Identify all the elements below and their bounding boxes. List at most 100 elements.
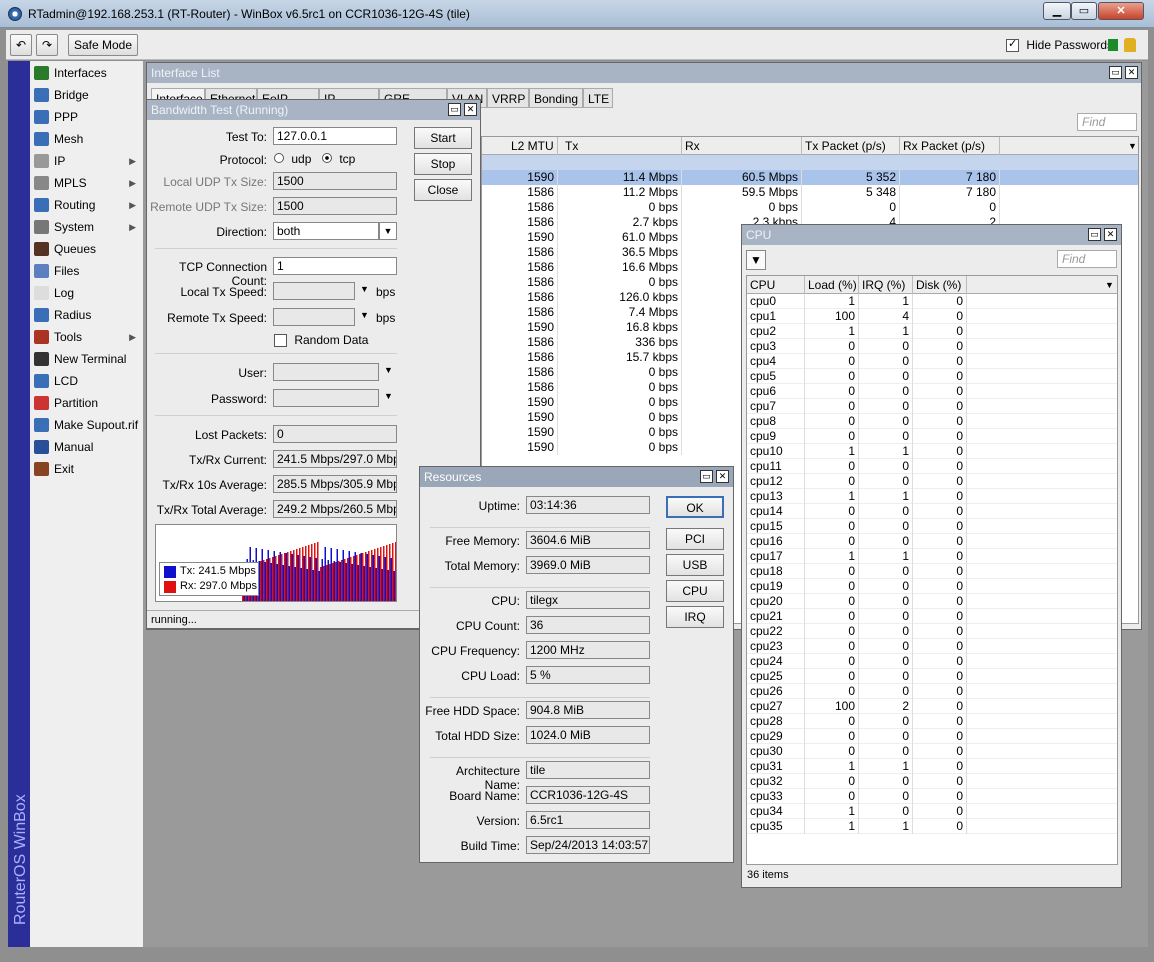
password-field[interactable] <box>273 389 379 407</box>
table-row[interactable]: cpu25 0 0 0 <box>747 669 1117 684</box>
sidebar-item-queues[interactable]: Queues <box>30 238 144 260</box>
user-field[interactable] <box>273 363 379 381</box>
column-header[interactable]: L2 MTU <box>508 137 558 155</box>
column-header[interactable]: IRQ (%) <box>859 276 913 294</box>
column-header[interactable]: Tx Packet (p/s) <box>802 137 900 155</box>
pci-button[interactable]: PCI <box>666 528 724 550</box>
resources-close-button[interactable]: ✕ <box>716 470 729 483</box>
cpu-maximize-button[interactable]: ▭ <box>1088 228 1101 241</box>
sidebar-item-radius[interactable]: Radius <box>30 304 144 326</box>
cpu-button[interactable]: CPU <box>666 580 724 602</box>
cpu-window-title[interactable]: CPU <box>742 225 1121 245</box>
table-row[interactable]: cpu10 1 1 0 <box>747 444 1117 459</box>
table-row[interactable]: cpu26 0 0 0 <box>747 684 1117 699</box>
table-row[interactable]: cpu3 0 0 0 <box>747 339 1117 354</box>
usb-button[interactable]: USB <box>666 554 724 576</box>
table-row[interactable]: cpu1 100 4 0 <box>747 309 1117 324</box>
table-row[interactable]: cpu17 1 1 0 <box>747 549 1117 564</box>
table-row[interactable]: 1586 11.2 Mbps 59.5 Mbps 5 348 7 180 <box>482 185 1138 200</box>
sidebar-item-new-terminal[interactable]: New Terminal <box>30 348 144 370</box>
test-to-field[interactable]: 127.0.0.1 <box>273 127 397 145</box>
table-row[interactable]: cpu20 0 0 0 <box>747 594 1117 609</box>
table-row[interactable]: cpu29 0 0 0 <box>747 729 1117 744</box>
sidebar-item-exit[interactable]: Exit <box>30 458 144 480</box>
sidebar-item-make-supout-rif[interactable]: Make Supout.rif <box>30 414 144 436</box>
remote-udp-field[interactable]: 1500 <box>273 197 397 215</box>
redo-button[interactable]: ↷ <box>36 34 58 56</box>
bandwidth-test-title[interactable]: Bandwidth Test (Running) <box>147 100 480 120</box>
interface-list-close-button[interactable]: ✕ <box>1125 66 1138 79</box>
table-row[interactable]: cpu28 0 0 0 <box>747 714 1117 729</box>
sidebar-item-mesh[interactable]: Mesh <box>30 128 144 150</box>
sidebar-item-ip[interactable]: IP ▶ <box>30 150 144 172</box>
table-row[interactable]: cpu31 1 1 0 <box>747 759 1117 774</box>
local-speed-field[interactable] <box>273 282 355 300</box>
tab-bonding[interactable]: Bonding <box>529 88 583 108</box>
irq-button[interactable]: IRQ <box>666 606 724 628</box>
tcp-radio-dot[interactable] <box>322 153 332 163</box>
random-data-check[interactable] <box>274 334 287 348</box>
remote-speed-dropdown-icon[interactable]: ▼ <box>360 310 369 320</box>
minimize-button[interactable]: ▁ <box>1043 2 1071 20</box>
sidebar-item-routing[interactable]: Routing ▶ <box>30 194 144 216</box>
sidebar-item-manual[interactable]: Manual <box>30 436 144 458</box>
safe-mode-button[interactable]: Safe Mode <box>68 34 138 56</box>
protocol-tcp-radio[interactable]: tcp <box>322 152 355 166</box>
column-header[interactable]: CPU <box>747 276 805 294</box>
interface-list-title[interactable]: Interface List <box>147 63 1141 83</box>
close-app-button[interactable]: ✕ <box>1098 2 1144 20</box>
protocol-udp-radio[interactable]: udp <box>274 152 311 166</box>
table-row[interactable]: cpu18 0 0 0 <box>747 564 1117 579</box>
sidebar-item-partition[interactable]: Partition <box>30 392 144 414</box>
ok-button[interactable]: OK <box>666 496 724 518</box>
table-row[interactable]: cpu14 0 0 0 <box>747 504 1117 519</box>
sidebar-item-mpls[interactable]: MPLS ▶ <box>30 172 144 194</box>
hide-passwords-checkbox[interactable]: Hide Passwords <box>1006 37 1113 53</box>
tab-vrrp[interactable]: VRRP <box>487 88 529 108</box>
column-header[interactable]: Tx <box>562 137 682 155</box>
table-row[interactable]: 1590 11.4 Mbps 60.5 Mbps 5 352 7 180 <box>482 170 1138 185</box>
interface-list-maximize-button[interactable]: ▭ <box>1109 66 1122 79</box>
remote-speed-field[interactable] <box>273 308 355 326</box>
cpu-close-button[interactable]: ✕ <box>1104 228 1117 241</box>
table-row[interactable]: cpu24 0 0 0 <box>747 654 1117 669</box>
table-row[interactable]: cpu33 0 0 0 <box>747 789 1117 804</box>
resources-window-title[interactable]: Resources <box>420 467 733 487</box>
local-speed-dropdown-icon[interactable]: ▼ <box>360 284 369 294</box>
table-row[interactable]: cpu23 0 0 0 <box>747 639 1117 654</box>
column-menu-icon[interactable]: ▼ <box>1122 137 1138 155</box>
bandwidth-close-button[interactable]: ✕ <box>464 103 477 116</box>
sidebar-item-files[interactable]: Files <box>30 260 144 282</box>
start-button[interactable]: Start <box>414 127 472 149</box>
sidebar-item-tools[interactable]: Tools ▶ <box>30 326 144 348</box>
password-dropdown-icon[interactable]: ▼ <box>384 391 393 401</box>
table-row[interactable]: cpu4 0 0 0 <box>747 354 1117 369</box>
sidebar-item-lcd[interactable]: LCD <box>30 370 144 392</box>
udp-radio-dot[interactable] <box>274 153 284 163</box>
tab-lte[interactable]: LTE <box>583 88 613 108</box>
table-row[interactable]: cpu32 0 0 0 <box>747 774 1117 789</box>
sidebar-item-system[interactable]: System ▶ <box>30 216 144 238</box>
local-udp-field[interactable]: 1500 <box>273 172 397 190</box>
table-row[interactable]: 1586 0 bps 0 bps 0 0 <box>482 200 1138 215</box>
sidebar-item-log[interactable]: Log <box>30 282 144 304</box>
sidebar-item-interfaces[interactable]: Interfaces <box>30 62 144 84</box>
column-header[interactable]: Disk (%) <box>913 276 967 294</box>
table-row[interactable]: cpu34 1 0 0 <box>747 804 1117 819</box>
stop-button[interactable]: Stop <box>414 153 472 175</box>
table-row[interactable]: cpu15 0 0 0 <box>747 519 1117 534</box>
table-row[interactable]: cpu11 0 0 0 <box>747 459 1117 474</box>
table-row[interactable]: cpu35 1 1 0 <box>747 819 1117 834</box>
table-row[interactable]: cpu21 0 0 0 <box>747 609 1117 624</box>
table-row[interactable]: cpu2 1 1 0 <box>747 324 1117 339</box>
table-row[interactable]: cpu16 0 0 0 <box>747 534 1117 549</box>
random-data-checkbox[interactable]: Random Data <box>274 333 368 348</box>
table-row[interactable]: cpu0 1 1 0 <box>747 294 1117 309</box>
column-header[interactable]: Rx Packet (p/s) <box>900 137 1000 155</box>
filter-icon[interactable]: ▼ <box>746 250 766 270</box>
table-row[interactable]: cpu30 0 0 0 <box>747 744 1117 759</box>
maximize-button[interactable]: ▭ <box>1071 2 1097 20</box>
table-row[interactable]: cpu9 0 0 0 <box>747 429 1117 444</box>
table-row[interactable]: cpu7 0 0 0 <box>747 399 1117 414</box>
tcp-count-field[interactable]: 1 <box>273 257 397 275</box>
